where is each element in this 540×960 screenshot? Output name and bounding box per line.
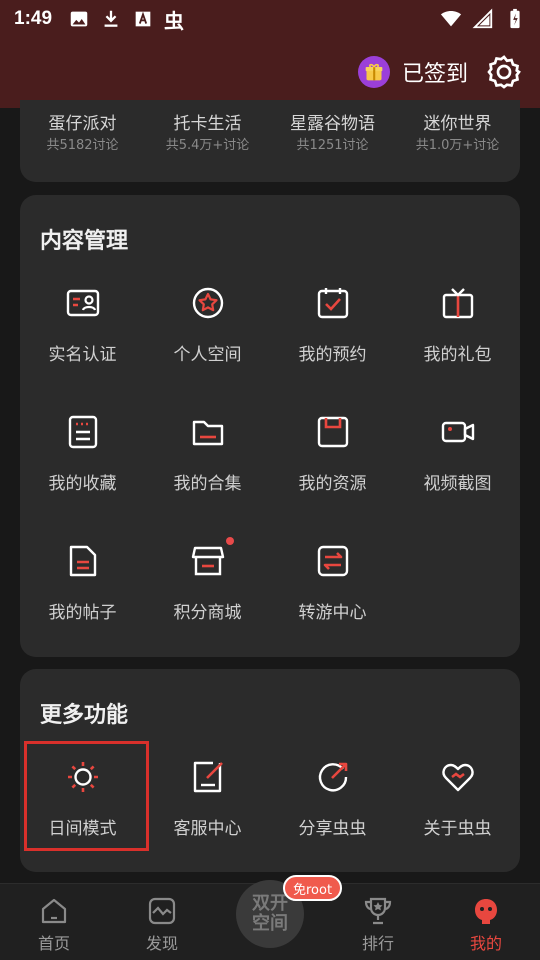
font-a-icon (132, 8, 154, 30)
video-camera-icon (440, 414, 476, 450)
highlight-box (24, 741, 149, 851)
nav-mine[interactable]: 我的 (446, 896, 526, 954)
game-name: 迷你世界 (423, 114, 492, 134)
section-title: 更多功能 (40, 703, 129, 728)
game-name: 星露谷物语 (290, 114, 375, 134)
transfer-icon (315, 543, 351, 579)
menu-label: 我的合集 (173, 474, 242, 494)
nav-label: 排行 (361, 934, 394, 953)
bookmark-list-icon (65, 414, 101, 450)
content-management-card: 内容管理 实名认证 个人空间 我的预约 我的礼包 我的收藏 我的合集 我的资源 … (20, 195, 520, 657)
menu-points-mall[interactable]: 积分商城 (145, 537, 270, 625)
menu-label: 视频截图 (423, 474, 492, 494)
gear-icon[interactable] (486, 54, 522, 90)
game-item[interactable]: 迷你世界 共1.0万+讨论 (395, 112, 520, 156)
menu-my-favorites[interactable]: 我的收藏 (20, 414, 145, 496)
folder-icon (190, 414, 226, 450)
menu-share-app[interactable]: 分享虫虫 (270, 759, 395, 841)
document-icon (65, 543, 101, 579)
menu-label: 我的帖子 (48, 603, 117, 623)
wifi-icon (440, 8, 462, 30)
game-item[interactable]: 蛋仔派对 共5182讨论 (20, 112, 145, 156)
game-name: 托卡生活 (173, 114, 242, 134)
section-title: 内容管理 (40, 229, 129, 254)
menu-label: 我的收藏 (48, 474, 117, 494)
nav-ranking[interactable]: 排行 (338, 896, 418, 954)
game-item[interactable]: 星露谷物语 共1251讨论 (270, 112, 395, 156)
game-count: 共1.0万+讨论 (415, 138, 500, 153)
download-icon (100, 8, 122, 30)
menu-label: 个人空间 (173, 345, 242, 365)
menu-label: 我的资源 (298, 474, 367, 494)
image-icon (68, 8, 90, 30)
gift-box-icon (440, 285, 476, 321)
menu-label: 关于虫虫 (423, 819, 492, 839)
trophy-icon (363, 896, 393, 926)
signin-row: 已签到 (357, 54, 522, 90)
store-icon (190, 537, 234, 579)
game-count: 共5.4万+讨论 (165, 138, 250, 153)
menu-my-resources[interactable]: 我的资源 (270, 414, 395, 496)
header: 1:49 虫 已签到 (0, 0, 540, 108)
nav-label: 发现 (145, 934, 178, 953)
edit-note-icon (190, 759, 226, 795)
signin-status[interactable]: 已签到 (402, 56, 468, 88)
no-root-badge: 免root (283, 875, 343, 901)
menu-label: 我的礼包 (423, 345, 492, 365)
game-count: 共5182讨论 (46, 138, 119, 153)
menu-my-reservations[interactable]: 我的预约 (270, 285, 395, 367)
menu-label: 分享虫虫 (298, 819, 367, 839)
game-item[interactable]: 托卡生活 共5.4万+讨论 (145, 112, 270, 156)
battery-icon (504, 8, 526, 30)
menu-label: 转游中心 (298, 603, 367, 623)
save-disk-icon (315, 414, 351, 450)
app-glyph: 虫 (164, 8, 185, 33)
menu-label: 我的预约 (298, 345, 367, 365)
discover-icon (147, 896, 177, 926)
menu-personal-space[interactable]: 个人空间 (145, 285, 270, 367)
notification-dot (225, 537, 234, 545)
nav-label: 首页 (37, 934, 70, 953)
star-circle-icon (190, 285, 226, 321)
nav-discover[interactable]: 发现 (122, 896, 202, 954)
heart-icon (440, 759, 476, 795)
share-arrow-icon (315, 759, 351, 795)
dual-space-line2: 空间 (252, 913, 288, 934)
menu-label: 积分商城 (173, 603, 242, 623)
signal-icon (472, 8, 494, 30)
menu-label: 实名认证 (48, 345, 117, 365)
id-card-icon (65, 285, 101, 321)
menu-real-name-auth[interactable]: 实名认证 (20, 285, 145, 367)
menu-my-posts[interactable]: 我的帖子 (20, 543, 145, 625)
menu-my-gift-packs[interactable]: 我的礼包 (395, 285, 520, 367)
menu-about[interactable]: 关于虫虫 (395, 759, 520, 841)
status-bar: 1:49 虫 (0, 0, 540, 38)
menu-transfer-center[interactable]: 转游中心 (270, 543, 395, 625)
nav-home[interactable]: 首页 (14, 896, 94, 954)
menu-my-collections[interactable]: 我的合集 (145, 414, 270, 496)
status-time: 1:49 (14, 8, 53, 29)
dual-space-line1: 双开 (252, 893, 288, 914)
profile-page: 1:49 虫 已签到 蛋仔派对 共5182讨论 托卡生活 共5.4万+讨论 星露… (0, 0, 540, 960)
game-count: 共1251讨论 (296, 138, 369, 153)
menu-video-screenshots[interactable]: 视频截图 (395, 414, 520, 496)
calendar-check-icon (315, 285, 351, 321)
menu-customer-service[interactable]: 客服中心 (145, 759, 270, 841)
gift-icon[interactable] (357, 56, 390, 88)
home-icon (39, 896, 69, 926)
followed-games-card: 蛋仔派对 共5182讨论 托卡生活 共5.4万+讨论 星露谷物语 共1251讨论… (20, 100, 520, 182)
game-name: 蛋仔派对 (48, 114, 117, 134)
menu-label: 客服中心 (173, 819, 242, 839)
profile-bug-icon (471, 896, 501, 926)
nav-label: 我的 (469, 934, 502, 953)
